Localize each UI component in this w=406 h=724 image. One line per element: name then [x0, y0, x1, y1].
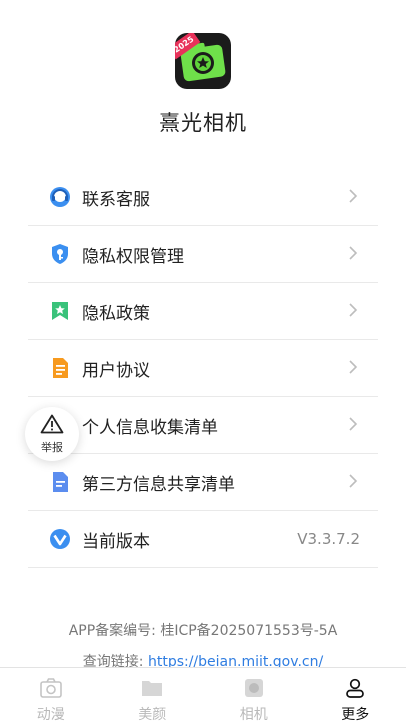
chevron-right-icon [348, 359, 358, 379]
menu-item-current-version[interactable]: 当前版本 V3.3.7.2 [28, 511, 378, 568]
chevron-right-icon [348, 302, 358, 322]
settings-menu: 联系客服 隐私权限管理 隐私政策 [28, 169, 378, 568]
report-button[interactable]: 举报 [25, 407, 79, 461]
chevron-right-icon [348, 416, 358, 436]
menu-item-user-agreement[interactable]: 用户协议 [28, 340, 378, 397]
version-value: V3.3.7.2 [297, 530, 360, 548]
menu-item-privacy-policy[interactable]: 隐私政策 [28, 283, 378, 340]
tab-beauty[interactable]: 美颜 [102, 668, 204, 724]
report-label: 举报 [41, 439, 63, 455]
app-logo: 2025 [175, 33, 231, 89]
tab-label: 美颜 [138, 704, 166, 724]
app-name: 熹光相机 [0, 107, 406, 137]
menu-item-label: 联系客服 [82, 185, 150, 210]
bottom-tab-bar: 动漫 美颜 相机 更多 [0, 667, 406, 724]
bookmark-star-icon [49, 300, 71, 322]
menu-item-label: 用户协议 [82, 356, 150, 381]
menu-item-label: 当前版本 [82, 527, 150, 552]
folder-icon [140, 677, 164, 703]
tab-more[interactable]: 更多 [305, 668, 406, 724]
chevron-right-icon [348, 188, 358, 208]
camera-square-icon [242, 677, 266, 703]
warning-icon [40, 414, 64, 438]
tab-label: 相机 [240, 704, 268, 724]
shield-key-icon [49, 243, 71, 265]
menu-item-privacy-permission[interactable]: 隐私权限管理 [28, 226, 378, 283]
tab-label: 更多 [341, 704, 369, 724]
chevron-right-icon [348, 473, 358, 493]
menu-item-third-party-sharing[interactable]: 第三方信息共享清单 [28, 454, 378, 511]
icp-record-text: APP备案编号: 桂ICP备2025071553号-5A [0, 620, 406, 640]
document-icon [49, 357, 71, 379]
camera-icon [39, 677, 63, 703]
menu-item-label: 第三方信息共享清单 [82, 470, 235, 495]
chevron-right-icon [348, 245, 358, 265]
menu-item-label: 隐私政策 [82, 299, 150, 324]
version-logo-icon [49, 528, 71, 550]
menu-item-contact-service[interactable]: 联系客服 [28, 169, 378, 226]
tab-label: 动漫 [37, 704, 65, 724]
share-document-icon [49, 471, 71, 493]
tab-anime[interactable]: 动漫 [0, 668, 102, 724]
person-icon [343, 677, 367, 703]
menu-item-label: 隐私权限管理 [82, 242, 184, 267]
tab-camera[interactable]: 相机 [203, 668, 305, 724]
headset-icon [49, 186, 71, 208]
menu-item-personal-info-list[interactable]: 个人信息收集清单 [28, 397, 378, 454]
menu-item-label: 个人信息收集清单 [82, 413, 218, 438]
